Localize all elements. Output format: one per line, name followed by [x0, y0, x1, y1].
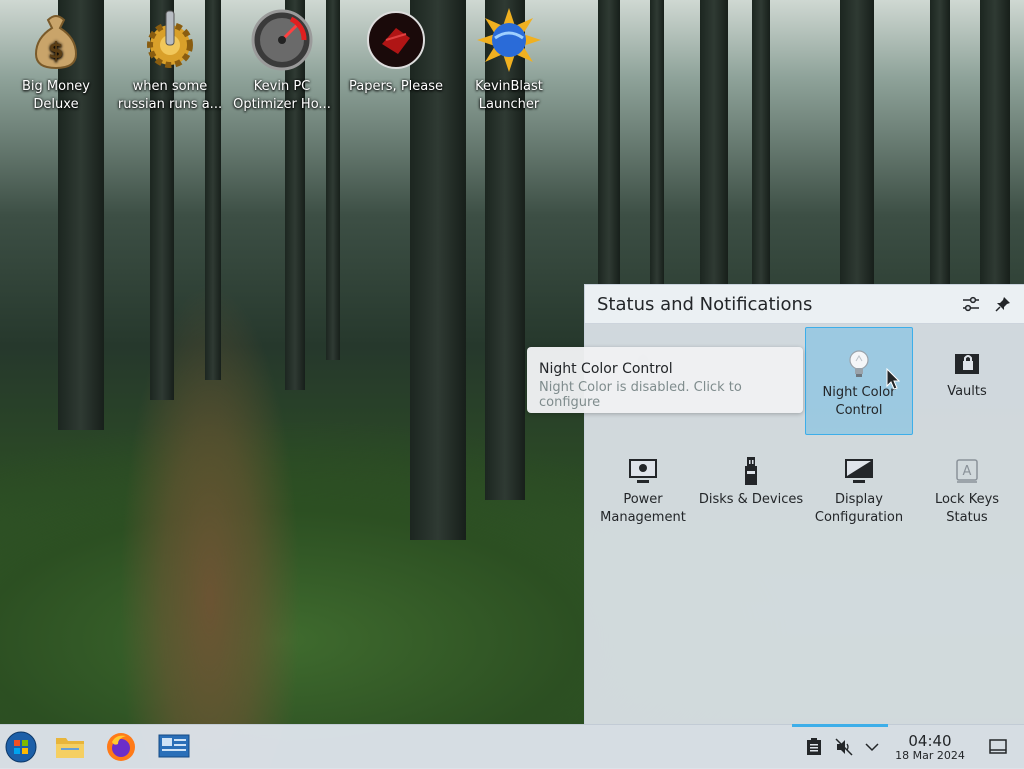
- firefox-button[interactable]: [105, 731, 137, 763]
- desktop-icon-label: Kevin PC: [253, 79, 311, 94]
- svg-text:A: A: [963, 464, 972, 479]
- tooltip-title: Night Color Control: [539, 361, 673, 377]
- popup-header: Status and Notifications: [585, 285, 1024, 324]
- popup-title: Status and Notifications: [597, 293, 813, 315]
- vault-lock-icon: [951, 347, 983, 379]
- pin-icon: [995, 297, 1010, 312]
- desktop-icon-big-money-deluxe[interactable]: $ Big Money Deluxe: [0, 8, 112, 114]
- folder-icon: [56, 738, 84, 758]
- disks-devices-item[interactable]: Disks & Devices: [697, 435, 805, 543]
- desktop-icon-label: russian runs a...: [117, 97, 223, 112]
- pin-button[interactable]: [989, 290, 1017, 318]
- system-settings-icon: [158, 734, 190, 758]
- configure-button[interactable]: [957, 290, 985, 318]
- digital-clock[interactable]: 04:40 18 Mar 2024: [880, 733, 980, 763]
- clipboard-icon: [807, 738, 821, 755]
- keyboard-lock-icon: A: [951, 455, 983, 487]
- globe-burst-icon: [477, 8, 541, 72]
- mouse-cursor-icon: [886, 367, 901, 394]
- taskbar: 04:40 18 Mar 2024: [0, 724, 1024, 769]
- show-desktop-icon: [989, 739, 1007, 754]
- svg-text:$: $: [48, 39, 63, 64]
- usb-drive-icon: [735, 455, 767, 487]
- popup-active-indicator: [792, 724, 888, 727]
- start-menu-button[interactable]: [5, 731, 37, 763]
- lightbulb-icon: [843, 348, 875, 380]
- desktop-icon-label: KevinBlast: [475, 79, 543, 94]
- desktop-icon-kevinblast-launcher[interactable]: KevinBlast Launcher: [453, 8, 565, 114]
- file-manager-button[interactable]: [54, 731, 86, 763]
- display-config-icon: [843, 455, 875, 487]
- desktop-icon-kevin-pc-optimizer[interactable]: Kevin PC Optimizer Ho...: [226, 8, 338, 114]
- gear-icon: [138, 8, 202, 72]
- desktop-icon-label: Big Money: [21, 79, 90, 94]
- display-configuration-label: Configuration: [814, 510, 904, 525]
- chevron-down-icon: [865, 743, 879, 752]
- power-management-label: Power: [623, 492, 663, 507]
- papers-please-icon: [364, 8, 428, 72]
- money-bag-icon: $: [24, 8, 88, 72]
- display-configuration-label: Display: [835, 492, 883, 507]
- lock-keys-status-label: Lock Keys: [934, 492, 1000, 507]
- desktop-icon-label: Deluxe: [33, 97, 79, 112]
- gauge-icon: [250, 8, 314, 72]
- clipboard-tray-button[interactable]: [798, 731, 830, 763]
- sliders-icon: [963, 296, 979, 312]
- desktop-icon-label: Papers, Please: [348, 79, 444, 94]
- show-desktop-button[interactable]: [982, 731, 1014, 763]
- desktop-icon-label: Optimizer Ho...: [233, 97, 331, 112]
- night-color-tooltip: Night Color Control Night Color is disab…: [527, 347, 803, 413]
- firefox-icon: [107, 733, 135, 761]
- vaults-item[interactable]: Vaults: [913, 327, 1021, 435]
- desktop-icon-label: when some: [132, 79, 208, 94]
- tooltip-subtitle: Night Color is disabled. Click to config…: [539, 380, 742, 410]
- monitor-power-icon: [627, 455, 659, 487]
- power-management-label: Management: [600, 510, 686, 525]
- lock-keys-status-label: Status: [946, 510, 988, 525]
- desktop-icon-russian-runs[interactable]: when some russian runs a...: [114, 8, 226, 114]
- desktop-icon-papers-please[interactable]: Papers, Please: [340, 8, 452, 96]
- display-configuration-item[interactable]: Display Configuration: [805, 435, 913, 543]
- disks-devices-label: Disks & Devices: [698, 492, 804, 507]
- lock-keys-status-item[interactable]: A Lock Keys Status: [913, 435, 1021, 543]
- clock-time: 04:40: [908, 732, 952, 750]
- start-orb-icon: [5, 731, 37, 763]
- vaults-label: Vaults: [947, 384, 987, 399]
- clock-date: 18 Mar 2024: [895, 749, 965, 762]
- power-management-item[interactable]: Power Management: [589, 435, 697, 543]
- system-settings-button[interactable]: [158, 731, 190, 763]
- desktop-icon-label: Launcher: [478, 97, 540, 112]
- volume-muted-icon: [835, 738, 853, 756]
- night-color-control-label: Control: [835, 403, 883, 418]
